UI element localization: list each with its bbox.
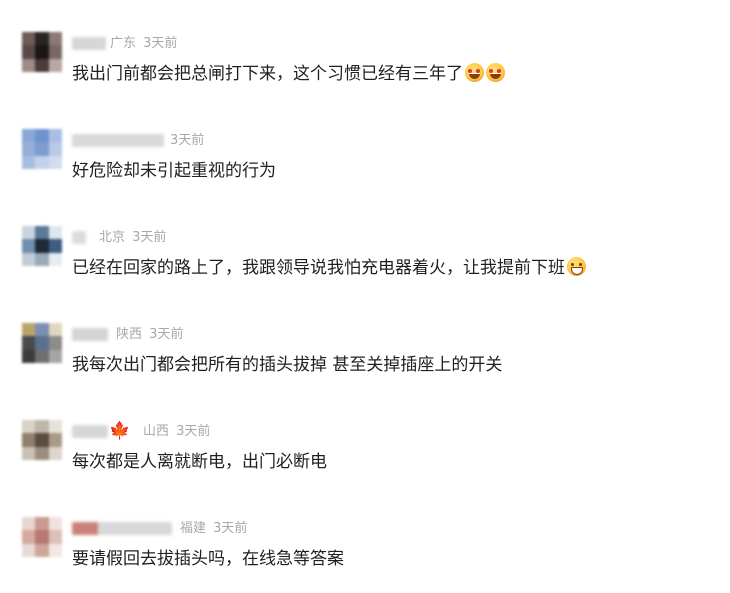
grinning-smiley-icon bbox=[567, 257, 586, 276]
comment-body: 我每次出门都会把所有的插头拔掉 甚至关掉插座上的开关 bbox=[72, 355, 503, 375]
comment-item: 陕西 3天前 我每次出门都会把所有的插头拔掉 甚至关掉插座上的开关 bbox=[0, 303, 730, 399]
comment-text: 好危险却未引起重视的行为 bbox=[72, 159, 276, 183]
comment-item: 广东 3天前 我出门前都会把总闸打下来，这个习惯已经有三年了 bbox=[0, 12, 730, 108]
username-blurred[interactable] bbox=[72, 37, 106, 50]
comment-meta: 山西 3天前 bbox=[143, 423, 210, 441]
username-blurred[interactable] bbox=[72, 231, 86, 244]
comment-text: 我出门前都会把总闸打下来，这个习惯已经有三年了 bbox=[72, 62, 505, 86]
heart-eyes-smiley-icon bbox=[465, 63, 484, 82]
heart-eyes-smiley-icon bbox=[486, 63, 505, 82]
comment-location: 山西 bbox=[143, 424, 170, 439]
comment-time: 3天前 bbox=[170, 133, 205, 148]
avatar[interactable] bbox=[22, 129, 62, 169]
comment-location: 广东 bbox=[110, 36, 137, 51]
comment-text: 要请假回去拔插头吗，在线急等答案 bbox=[72, 547, 344, 571]
comment-body: 好危险却未引起重视的行为 bbox=[72, 161, 276, 181]
comment-item: 🍁 山西 3天前 每次都是人离就断电，出门必断电 bbox=[0, 400, 730, 496]
avatar[interactable] bbox=[22, 32, 62, 72]
username-blurred[interactable] bbox=[72, 328, 108, 341]
comment-item: 北京 3天前 已经在回家的路上了，我跟领导说我怕充电器着火，让我提前下班 bbox=[0, 206, 730, 302]
username-blurred[interactable] bbox=[72, 522, 172, 535]
comment-item: 福建 3天前 要请假回去拔插头吗，在线急等答案 bbox=[0, 497, 730, 593]
comment-location: 陕西 bbox=[116, 327, 143, 342]
comment-text: 每次都是人离就断电，出门必断电 bbox=[72, 450, 327, 474]
avatar[interactable] bbox=[22, 420, 62, 460]
comment-time: 3天前 bbox=[149, 327, 184, 342]
comment-meta: 3天前 bbox=[170, 132, 204, 150]
comment-body: 要请假回去拔插头吗，在线急等答案 bbox=[72, 549, 344, 569]
comment-item: 3天前 好危险却未引起重视的行为 bbox=[0, 109, 730, 205]
comment-meta: 广东 3天前 bbox=[110, 35, 177, 53]
username-blurred[interactable] bbox=[72, 425, 108, 438]
comment-meta: 陕西 3天前 bbox=[116, 326, 183, 344]
comment-time: 3天前 bbox=[213, 521, 248, 536]
avatar[interactable] bbox=[22, 323, 62, 363]
comment-time: 3天前 bbox=[132, 230, 167, 245]
comment-meta: 北京 3天前 bbox=[99, 229, 166, 247]
comment-body: 我出门前都会把总闸打下来，这个习惯已经有三年了 bbox=[72, 64, 463, 84]
comment-location: 福建 bbox=[180, 521, 207, 536]
comment-location: 北京 bbox=[99, 230, 126, 245]
comment-text: 我每次出门都会把所有的插头拔掉 甚至关掉插座上的开关 bbox=[72, 353, 502, 377]
maple-leaf-icon: 🍁 bbox=[109, 421, 131, 441]
comment-meta: 福建 3天前 bbox=[180, 520, 247, 538]
comment-body: 已经在回家的路上了，我跟领导说我怕充电器着火，让我提前下班 bbox=[72, 258, 565, 278]
avatar[interactable] bbox=[22, 226, 62, 266]
username-blurred[interactable] bbox=[72, 134, 164, 147]
comment-time: 3天前 bbox=[143, 36, 178, 51]
comment-time: 3天前 bbox=[176, 424, 211, 439]
avatar[interactable] bbox=[22, 517, 62, 557]
comment-text: 已经在回家的路上了，我跟领导说我怕充电器着火，让我提前下班 bbox=[72, 256, 586, 280]
comment-body: 每次都是人离就断电，出门必断电 bbox=[72, 452, 327, 472]
